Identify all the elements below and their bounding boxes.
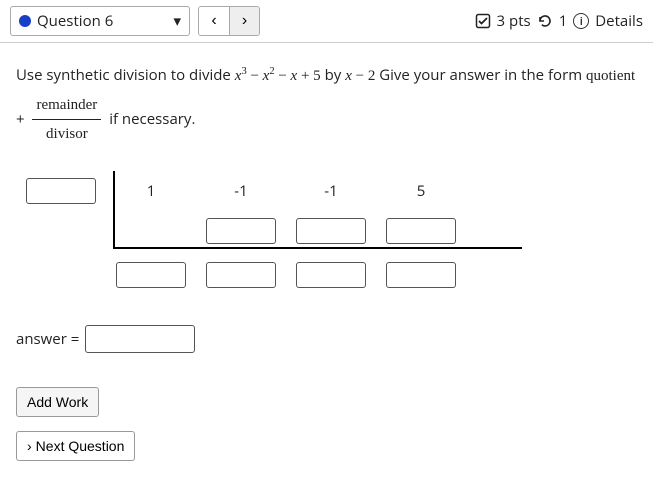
divisor-root-input[interactable] [26, 178, 96, 204]
answer-row: answer = [16, 325, 637, 353]
attempts-label: 1 [559, 11, 568, 31]
next-question-button[interactable]: › [229, 7, 259, 35]
by-word: by [325, 65, 346, 85]
coef-cell: -1 [196, 181, 286, 201]
plus-sign: + [16, 109, 28, 129]
retry-icon [537, 13, 553, 29]
dividend-expression: x3 − x2 − x + 5 [235, 68, 321, 84]
coef-cell: 5 [376, 181, 466, 201]
question-nav: ‹ › [198, 6, 260, 36]
fraction-denominator: divisor [32, 120, 101, 149]
prompt-lead: Use synthetic division to divide [16, 65, 235, 85]
next-question-label: Next Question [36, 438, 125, 454]
carry-row [16, 211, 536, 251]
question-selector[interactable]: Question 6 ▾ [10, 6, 190, 36]
question-body: Use synthetic division to divide x3 − x2… [0, 43, 653, 479]
add-work-button[interactable]: Add Work [16, 387, 99, 417]
result-input[interactable] [296, 262, 366, 288]
if-necessary: if necessary. [109, 109, 195, 129]
result-input[interactable] [116, 262, 186, 288]
status-dot-icon [19, 15, 31, 27]
points-label: 3 pts [497, 11, 531, 31]
prompt-tail: Give your answer in the form [379, 65, 586, 85]
answer-input[interactable] [85, 325, 195, 353]
result-input[interactable] [206, 262, 276, 288]
check-icon [475, 13, 491, 29]
divisor-expression: x − 2 [345, 68, 375, 84]
coef-cell: 1 [106, 181, 196, 201]
question-header: Question 6 ▾ ‹ › 3 pts 1 i Details [0, 0, 653, 43]
carry-input[interactable] [296, 218, 366, 244]
carry-input[interactable] [386, 218, 456, 244]
details-link[interactable]: Details [595, 11, 643, 31]
coef-cell: -1 [286, 181, 376, 201]
question-meta: 3 pts 1 i Details [475, 11, 643, 31]
chevron-left-icon: ‹ [211, 12, 216, 29]
info-icon: i [573, 13, 589, 29]
result-input[interactable] [386, 262, 456, 288]
chevron-right-icon: › [242, 12, 247, 29]
next-question-link[interactable]: › Next Question [16, 431, 135, 461]
synthetic-division-grid: 1 -1 -1 5 [16, 171, 536, 295]
fraction-numerator: remainder [32, 91, 101, 121]
result-row [16, 255, 536, 295]
carry-input[interactable] [206, 218, 276, 244]
quotient-word: quotient [586, 68, 635, 84]
fraction-template: remainder divisor [32, 91, 101, 149]
question-label: Question 6 [37, 11, 173, 31]
synthetic-bracket-icon [113, 171, 115, 249]
answer-label: answer = [16, 329, 79, 349]
coefficient-row: 1 -1 -1 5 [16, 171, 536, 211]
chevron-right-icon: › [27, 438, 32, 454]
question-prompt: Use synthetic division to divide x3 − x2… [16, 61, 637, 149]
prev-question-button[interactable]: ‹ [199, 7, 229, 35]
caret-down-icon: ▾ [173, 11, 181, 31]
